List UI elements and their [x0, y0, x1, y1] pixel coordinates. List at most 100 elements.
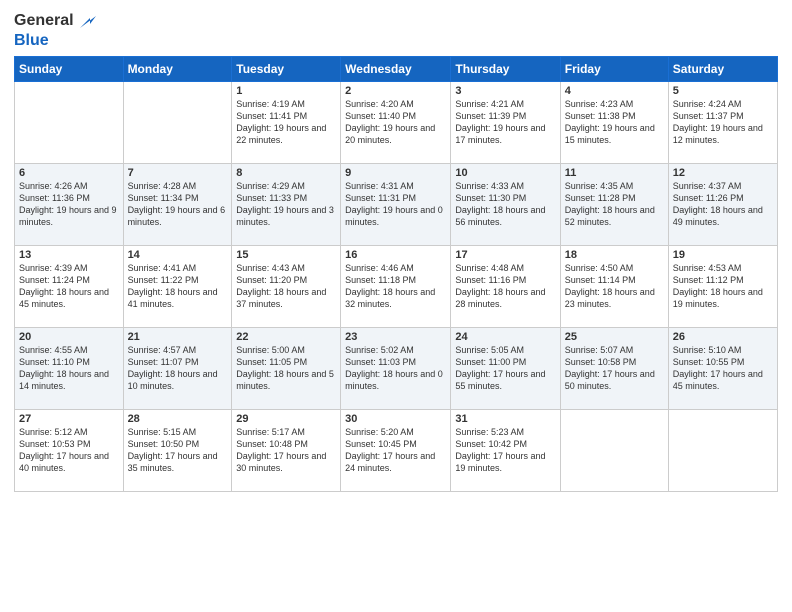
calendar-cell: 3Sunrise: 4:21 AM Sunset: 11:39 PM Dayli…	[451, 81, 560, 163]
day-info: Sunrise: 4:37 AM Sunset: 11:26 PM Daylig…	[673, 180, 773, 229]
calendar-cell: 1Sunrise: 4:19 AM Sunset: 11:41 PM Dayli…	[232, 81, 341, 163]
day-info: Sunrise: 4:28 AM Sunset: 11:34 PM Daylig…	[128, 180, 228, 229]
day-number: 14	[128, 249, 228, 261]
day-number: 21	[128, 331, 228, 343]
calendar-cell: 26Sunrise: 5:10 AM Sunset: 10:55 PM Dayl…	[668, 327, 777, 409]
calendar-cell: 5Sunrise: 4:24 AM Sunset: 11:37 PM Dayli…	[668, 81, 777, 163]
day-number: 17	[455, 249, 555, 261]
day-number: 6	[19, 167, 119, 179]
calendar-cell: 22Sunrise: 5:00 AM Sunset: 11:05 PM Dayl…	[232, 327, 341, 409]
calendar-cell: 13Sunrise: 4:39 AM Sunset: 11:24 PM Dayl…	[15, 245, 124, 327]
calendar-cell: 19Sunrise: 4:53 AM Sunset: 11:12 PM Dayl…	[668, 245, 777, 327]
day-number: 30	[345, 413, 446, 425]
day-number: 13	[19, 249, 119, 261]
day-info: Sunrise: 4:20 AM Sunset: 11:40 PM Daylig…	[345, 98, 446, 147]
logo: General Blue	[14, 10, 98, 50]
day-number: 10	[455, 167, 555, 179]
day-info: Sunrise: 4:23 AM Sunset: 11:38 PM Daylig…	[565, 98, 664, 147]
calendar-cell: 30Sunrise: 5:20 AM Sunset: 10:45 PM Dayl…	[341, 409, 451, 491]
day-number: 3	[455, 85, 555, 97]
calendar-cell: 8Sunrise: 4:29 AM Sunset: 11:33 PM Dayli…	[232, 163, 341, 245]
day-info: Sunrise: 4:57 AM Sunset: 11:07 PM Daylig…	[128, 344, 228, 393]
day-number: 16	[345, 249, 446, 261]
day-info: Sunrise: 4:39 AM Sunset: 11:24 PM Daylig…	[19, 262, 119, 311]
day-info: Sunrise: 5:23 AM Sunset: 10:42 PM Daylig…	[455, 426, 555, 475]
calendar-cell: 18Sunrise: 4:50 AM Sunset: 11:14 PM Dayl…	[560, 245, 668, 327]
calendar-cell: 17Sunrise: 4:48 AM Sunset: 11:16 PM Dayl…	[451, 245, 560, 327]
header: General Blue	[14, 10, 778, 50]
day-number: 26	[673, 331, 773, 343]
day-info: Sunrise: 4:46 AM Sunset: 11:18 PM Daylig…	[345, 262, 446, 311]
day-number: 29	[236, 413, 336, 425]
calendar-cell: 21Sunrise: 4:57 AM Sunset: 11:07 PM Dayl…	[123, 327, 232, 409]
day-info: Sunrise: 5:07 AM Sunset: 10:58 PM Daylig…	[565, 344, 664, 393]
calendar-cell	[15, 81, 124, 163]
weekday-tuesday: Tuesday	[232, 56, 341, 81]
day-info: Sunrise: 5:12 AM Sunset: 10:53 PM Daylig…	[19, 426, 119, 475]
day-info: Sunrise: 4:50 AM Sunset: 11:14 PM Daylig…	[565, 262, 664, 311]
calendar-cell: 29Sunrise: 5:17 AM Sunset: 10:48 PM Dayl…	[232, 409, 341, 491]
day-number: 12	[673, 167, 773, 179]
calendar-cell: 10Sunrise: 4:33 AM Sunset: 11:30 PM Dayl…	[451, 163, 560, 245]
calendar-cell: 23Sunrise: 5:02 AM Sunset: 11:03 PM Dayl…	[341, 327, 451, 409]
day-info: Sunrise: 4:43 AM Sunset: 11:20 PM Daylig…	[236, 262, 336, 311]
calendar-cell	[668, 409, 777, 491]
calendar-cell: 31Sunrise: 5:23 AM Sunset: 10:42 PM Dayl…	[451, 409, 560, 491]
day-info: Sunrise: 4:53 AM Sunset: 11:12 PM Daylig…	[673, 262, 773, 311]
calendar-cell	[560, 409, 668, 491]
calendar-cell: 16Sunrise: 4:46 AM Sunset: 11:18 PM Dayl…	[341, 245, 451, 327]
day-info: Sunrise: 4:29 AM Sunset: 11:33 PM Daylig…	[236, 180, 336, 229]
day-number: 20	[19, 331, 119, 343]
day-info: Sunrise: 5:10 AM Sunset: 10:55 PM Daylig…	[673, 344, 773, 393]
calendar-cell: 11Sunrise: 4:35 AM Sunset: 11:28 PM Dayl…	[560, 163, 668, 245]
day-number: 19	[673, 249, 773, 261]
weekday-monday: Monday	[123, 56, 232, 81]
week-row-3: 13Sunrise: 4:39 AM Sunset: 11:24 PM Dayl…	[15, 245, 778, 327]
day-number: 25	[565, 331, 664, 343]
logo-icon	[76, 10, 98, 32]
page: General Blue SundayMondayTuesdayWednesda…	[0, 0, 792, 612]
day-number: 18	[565, 249, 664, 261]
day-number: 31	[455, 413, 555, 425]
calendar-cell: 15Sunrise: 4:43 AM Sunset: 11:20 PM Dayl…	[232, 245, 341, 327]
day-number: 11	[565, 167, 664, 179]
day-number: 24	[455, 331, 555, 343]
calendar-cell: 27Sunrise: 5:12 AM Sunset: 10:53 PM Dayl…	[15, 409, 124, 491]
day-info: Sunrise: 4:48 AM Sunset: 11:16 PM Daylig…	[455, 262, 555, 311]
day-number: 4	[565, 85, 664, 97]
day-info: Sunrise: 5:20 AM Sunset: 10:45 PM Daylig…	[345, 426, 446, 475]
calendar-cell: 24Sunrise: 5:05 AM Sunset: 11:00 PM Dayl…	[451, 327, 560, 409]
calendar-cell: 12Sunrise: 4:37 AM Sunset: 11:26 PM Dayl…	[668, 163, 777, 245]
calendar-table: SundayMondayTuesdayWednesdayThursdayFrid…	[14, 56, 778, 492]
week-row-1: 1Sunrise: 4:19 AM Sunset: 11:41 PM Dayli…	[15, 81, 778, 163]
day-info: Sunrise: 4:33 AM Sunset: 11:30 PM Daylig…	[455, 180, 555, 229]
week-row-2: 6Sunrise: 4:26 AM Sunset: 11:36 PM Dayli…	[15, 163, 778, 245]
day-info: Sunrise: 5:00 AM Sunset: 11:05 PM Daylig…	[236, 344, 336, 393]
week-row-5: 27Sunrise: 5:12 AM Sunset: 10:53 PM Dayl…	[15, 409, 778, 491]
calendar-cell: 9Sunrise: 4:31 AM Sunset: 11:31 PM Dayli…	[341, 163, 451, 245]
day-number: 23	[345, 331, 446, 343]
weekday-friday: Friday	[560, 56, 668, 81]
day-info: Sunrise: 4:21 AM Sunset: 11:39 PM Daylig…	[455, 98, 555, 147]
logo-text: General	[14, 12, 74, 30]
calendar-cell: 4Sunrise: 4:23 AM Sunset: 11:38 PM Dayli…	[560, 81, 668, 163]
day-number: 28	[128, 413, 228, 425]
calendar-cell	[123, 81, 232, 163]
week-row-4: 20Sunrise: 4:55 AM Sunset: 11:10 PM Dayl…	[15, 327, 778, 409]
day-number: 8	[236, 167, 336, 179]
calendar-cell: 7Sunrise: 4:28 AM Sunset: 11:34 PM Dayli…	[123, 163, 232, 245]
day-number: 9	[345, 167, 446, 179]
day-info: Sunrise: 5:17 AM Sunset: 10:48 PM Daylig…	[236, 426, 336, 475]
day-info: Sunrise: 4:41 AM Sunset: 11:22 PM Daylig…	[128, 262, 228, 311]
calendar-cell: 28Sunrise: 5:15 AM Sunset: 10:50 PM Dayl…	[123, 409, 232, 491]
day-number: 2	[345, 85, 446, 97]
day-number: 27	[19, 413, 119, 425]
day-number: 1	[236, 85, 336, 97]
day-info: Sunrise: 4:31 AM Sunset: 11:31 PM Daylig…	[345, 180, 446, 229]
day-info: Sunrise: 4:55 AM Sunset: 11:10 PM Daylig…	[19, 344, 119, 393]
weekday-sunday: Sunday	[15, 56, 124, 81]
day-info: Sunrise: 4:26 AM Sunset: 11:36 PM Daylig…	[19, 180, 119, 229]
logo-blue: Blue	[14, 32, 98, 50]
day-number: 22	[236, 331, 336, 343]
day-info: Sunrise: 5:02 AM Sunset: 11:03 PM Daylig…	[345, 344, 446, 393]
